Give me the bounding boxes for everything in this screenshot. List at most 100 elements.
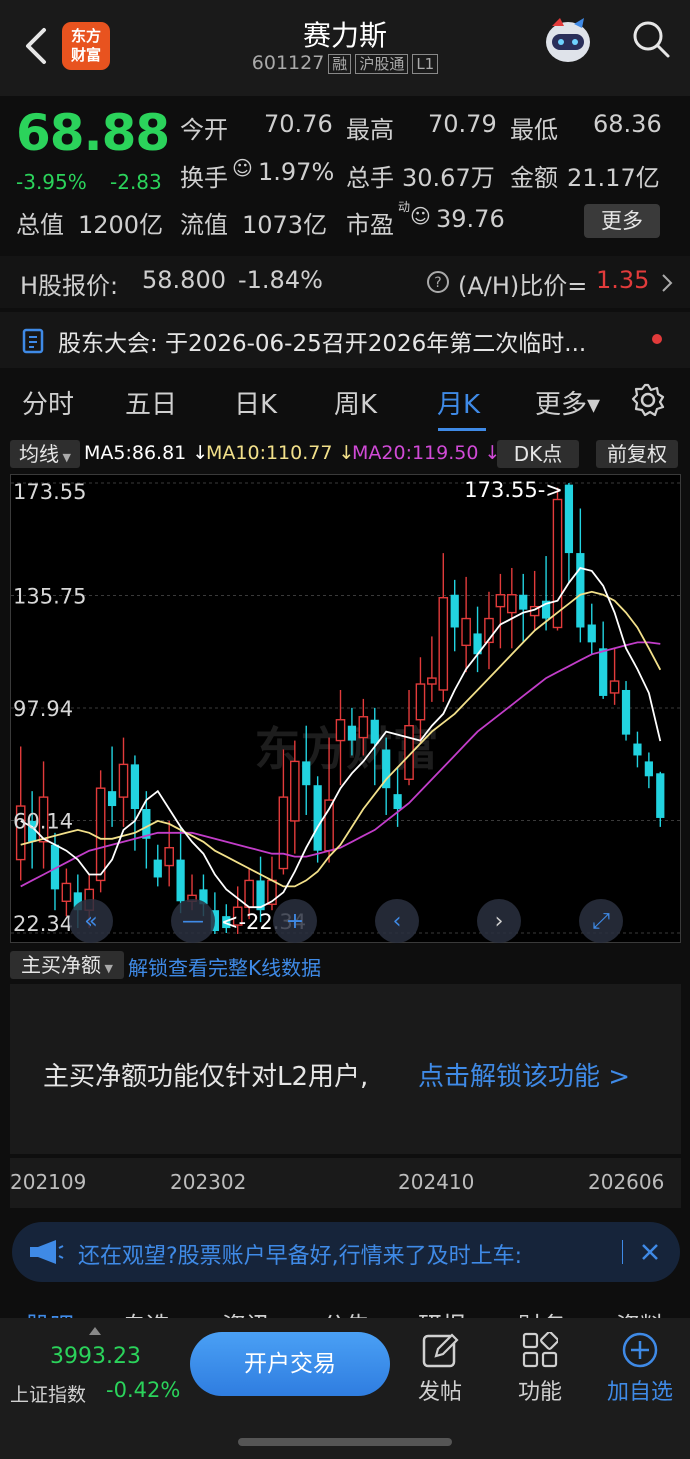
candle-body bbox=[176, 859, 185, 902]
candle-body bbox=[244, 879, 254, 908]
candle-body bbox=[609, 680, 620, 694]
tab-five-day[interactable]: 五日 bbox=[125, 384, 177, 421]
tab-monthly-k[interactable]: 月K bbox=[437, 384, 480, 421]
low-value: 68.36 bbox=[593, 110, 662, 138]
settings-gear-icon[interactable] bbox=[630, 382, 666, 418]
document-icon bbox=[22, 328, 44, 354]
mktcap-value: 1200亿 bbox=[78, 211, 164, 239]
robot-assistant-icon[interactable] bbox=[540, 12, 596, 68]
current-price: 68.88 bbox=[16, 104, 170, 162]
banner-text: 还在观望?股票账户早备好,行情来了及时上车: bbox=[78, 1244, 523, 1269]
float-label: 流值 bbox=[180, 211, 228, 239]
volume-label: 总手 bbox=[346, 164, 394, 192]
main-buy-dropdown[interactable]: 主买净额 ▼ bbox=[10, 951, 124, 979]
open-account-trade-button[interactable]: 开户交易 bbox=[190, 1332, 390, 1396]
tab-weekly-k[interactable]: 周K bbox=[334, 384, 377, 421]
dropdown-caret-icon: ▼ bbox=[59, 451, 71, 464]
tab-intraday[interactable]: 分时 bbox=[22, 384, 74, 421]
y-axis-label: 135.75 bbox=[13, 584, 86, 608]
max-price-annotation: 173.55-> bbox=[464, 478, 563, 502]
ma5-value: MA5:86.81 ↓ bbox=[84, 442, 209, 464]
candle-body bbox=[335, 719, 346, 742]
candle-body bbox=[130, 764, 140, 810]
candle-body bbox=[95, 787, 106, 882]
ah-ratio-label: (A/H)比价= bbox=[458, 272, 588, 300]
y-axis-label: 60.14 bbox=[13, 810, 73, 834]
ma20-value: MA20:119.50 ↓ bbox=[352, 442, 501, 464]
tab-more[interactable]: 更多▾ bbox=[535, 384, 600, 421]
home-indicator bbox=[238, 1438, 452, 1446]
candle-body bbox=[552, 498, 563, 629]
ma10-value: MA10:110.77 ↓ bbox=[206, 442, 355, 464]
float-value: 1073亿 bbox=[242, 211, 328, 239]
notice-bar[interactable]: 股东大会: 于2026-06-25召开2026年第二次临时... bbox=[0, 312, 690, 368]
pe-info-icon[interactable]: ☺ bbox=[410, 204, 431, 228]
zoom-out-button-glyph: — bbox=[182, 909, 204, 934]
index-value: 3993.23 bbox=[50, 1344, 141, 1369]
prev-button-glyph: ‹ bbox=[393, 909, 402, 934]
candle-body bbox=[118, 763, 129, 798]
y-axis-label: 97.94 bbox=[13, 697, 73, 721]
rewind-button-glyph: « bbox=[84, 909, 97, 934]
candle-body bbox=[599, 648, 608, 696]
kline-chart[interactable]: 东方财富 173.55 135.75 97.94 60.14 22.34 173.55-> <… bbox=[10, 474, 682, 943]
post-label[interactable]: 发帖 bbox=[400, 1374, 480, 1406]
candle-body bbox=[461, 617, 471, 647]
hshare-row[interactable]: H股报价: 58.800 -1.84% ? (A/H)比价= 1.35 bbox=[0, 256, 690, 308]
open-label: 今开 bbox=[180, 116, 228, 144]
l2-unlock-link[interactable]: 点击解锁该功能 > bbox=[418, 1056, 630, 1093]
search-icon[interactable] bbox=[630, 18, 672, 60]
promo-banner[interactable]: 还在观望?股票账户早备好,行情来了及时上车: bbox=[12, 1222, 680, 1282]
candle-body bbox=[644, 761, 653, 777]
tab-daily-k[interactable]: 日K bbox=[234, 384, 277, 421]
adjust-button[interactable]: 前复权 bbox=[596, 440, 678, 468]
amount-value: 21.17亿 bbox=[567, 164, 660, 192]
x-tick-label: 202109 bbox=[10, 1170, 87, 1194]
candle-body bbox=[278, 796, 289, 870]
change-amount: -2.83 bbox=[110, 170, 162, 194]
candle-body bbox=[370, 719, 379, 744]
banner-divider bbox=[622, 1240, 623, 1264]
hshare-label: H股报价: bbox=[20, 272, 119, 300]
candle-body bbox=[153, 859, 162, 878]
ma-dropdown-button[interactable]: 均线 ▼ bbox=[10, 440, 80, 468]
next-button-glyph: › bbox=[495, 909, 504, 934]
candle-body bbox=[427, 677, 437, 685]
tag-margin: 融 bbox=[328, 54, 352, 74]
bottom-bar: 3993.23 上证指数 -0.42% 开户交易 发帖 功能 加自选 bbox=[0, 1318, 690, 1459]
more-button[interactable]: 更多 bbox=[584, 204, 660, 238]
megaphone-icon bbox=[30, 1240, 64, 1264]
dk-point-button[interactable]: DK点 bbox=[497, 440, 579, 468]
candle-body bbox=[576, 553, 585, 628]
header-bar: 东方 财富 赛力斯 601127 融沪股通 L1 bbox=[0, 0, 690, 96]
chevron-right-icon bbox=[662, 274, 673, 292]
x-tick-label: 202302 bbox=[170, 1170, 247, 1194]
ma-button-label: 均线 bbox=[19, 442, 60, 466]
add-watchlist-label[interactable]: 加自选 bbox=[600, 1374, 680, 1406]
tag-connect: 沪股通 bbox=[355, 54, 409, 74]
caret-up-icon[interactable] bbox=[88, 1326, 102, 1336]
edit-post-icon[interactable] bbox=[422, 1332, 460, 1368]
pe-sup: 动 bbox=[398, 200, 411, 214]
close-icon[interactable] bbox=[640, 1242, 660, 1262]
ah-ratio-value: 1.35 bbox=[596, 266, 650, 294]
candle-body bbox=[164, 847, 174, 867]
candle-body bbox=[564, 484, 574, 554]
kline-svg: 东方财富173.55135.7597.9460.1422.34173.55-><… bbox=[11, 478, 682, 943]
hshare-price: 58.800 bbox=[142, 266, 226, 294]
sub-tabs: 股吧 自选 资讯 公告 研报 财务 资料 bbox=[0, 1298, 690, 1320]
period-tabs: 分时 五日 日K 周K 月K 更多▾ bbox=[0, 372, 690, 434]
notice-text: 股东大会: 于2026-06-25召开2026年第二次临时... bbox=[58, 331, 587, 357]
help-icon[interactable]: ? bbox=[426, 270, 450, 294]
info-circle-icon[interactable]: ☺ bbox=[232, 156, 253, 180]
add-watchlist-icon[interactable] bbox=[622, 1332, 658, 1368]
candle-body bbox=[313, 785, 322, 851]
x-tick-label: 202606 bbox=[588, 1170, 665, 1194]
candle-body bbox=[587, 624, 596, 643]
function-label[interactable]: 功能 bbox=[500, 1374, 580, 1406]
amount-label: 金额 bbox=[510, 164, 558, 192]
function-grid-icon[interactable] bbox=[522, 1332, 558, 1368]
unlock-kline-link[interactable]: 解锁查看完整K线数据 bbox=[128, 952, 321, 981]
candle-body bbox=[61, 882, 72, 902]
hshare-pct: -1.84% bbox=[238, 266, 323, 294]
